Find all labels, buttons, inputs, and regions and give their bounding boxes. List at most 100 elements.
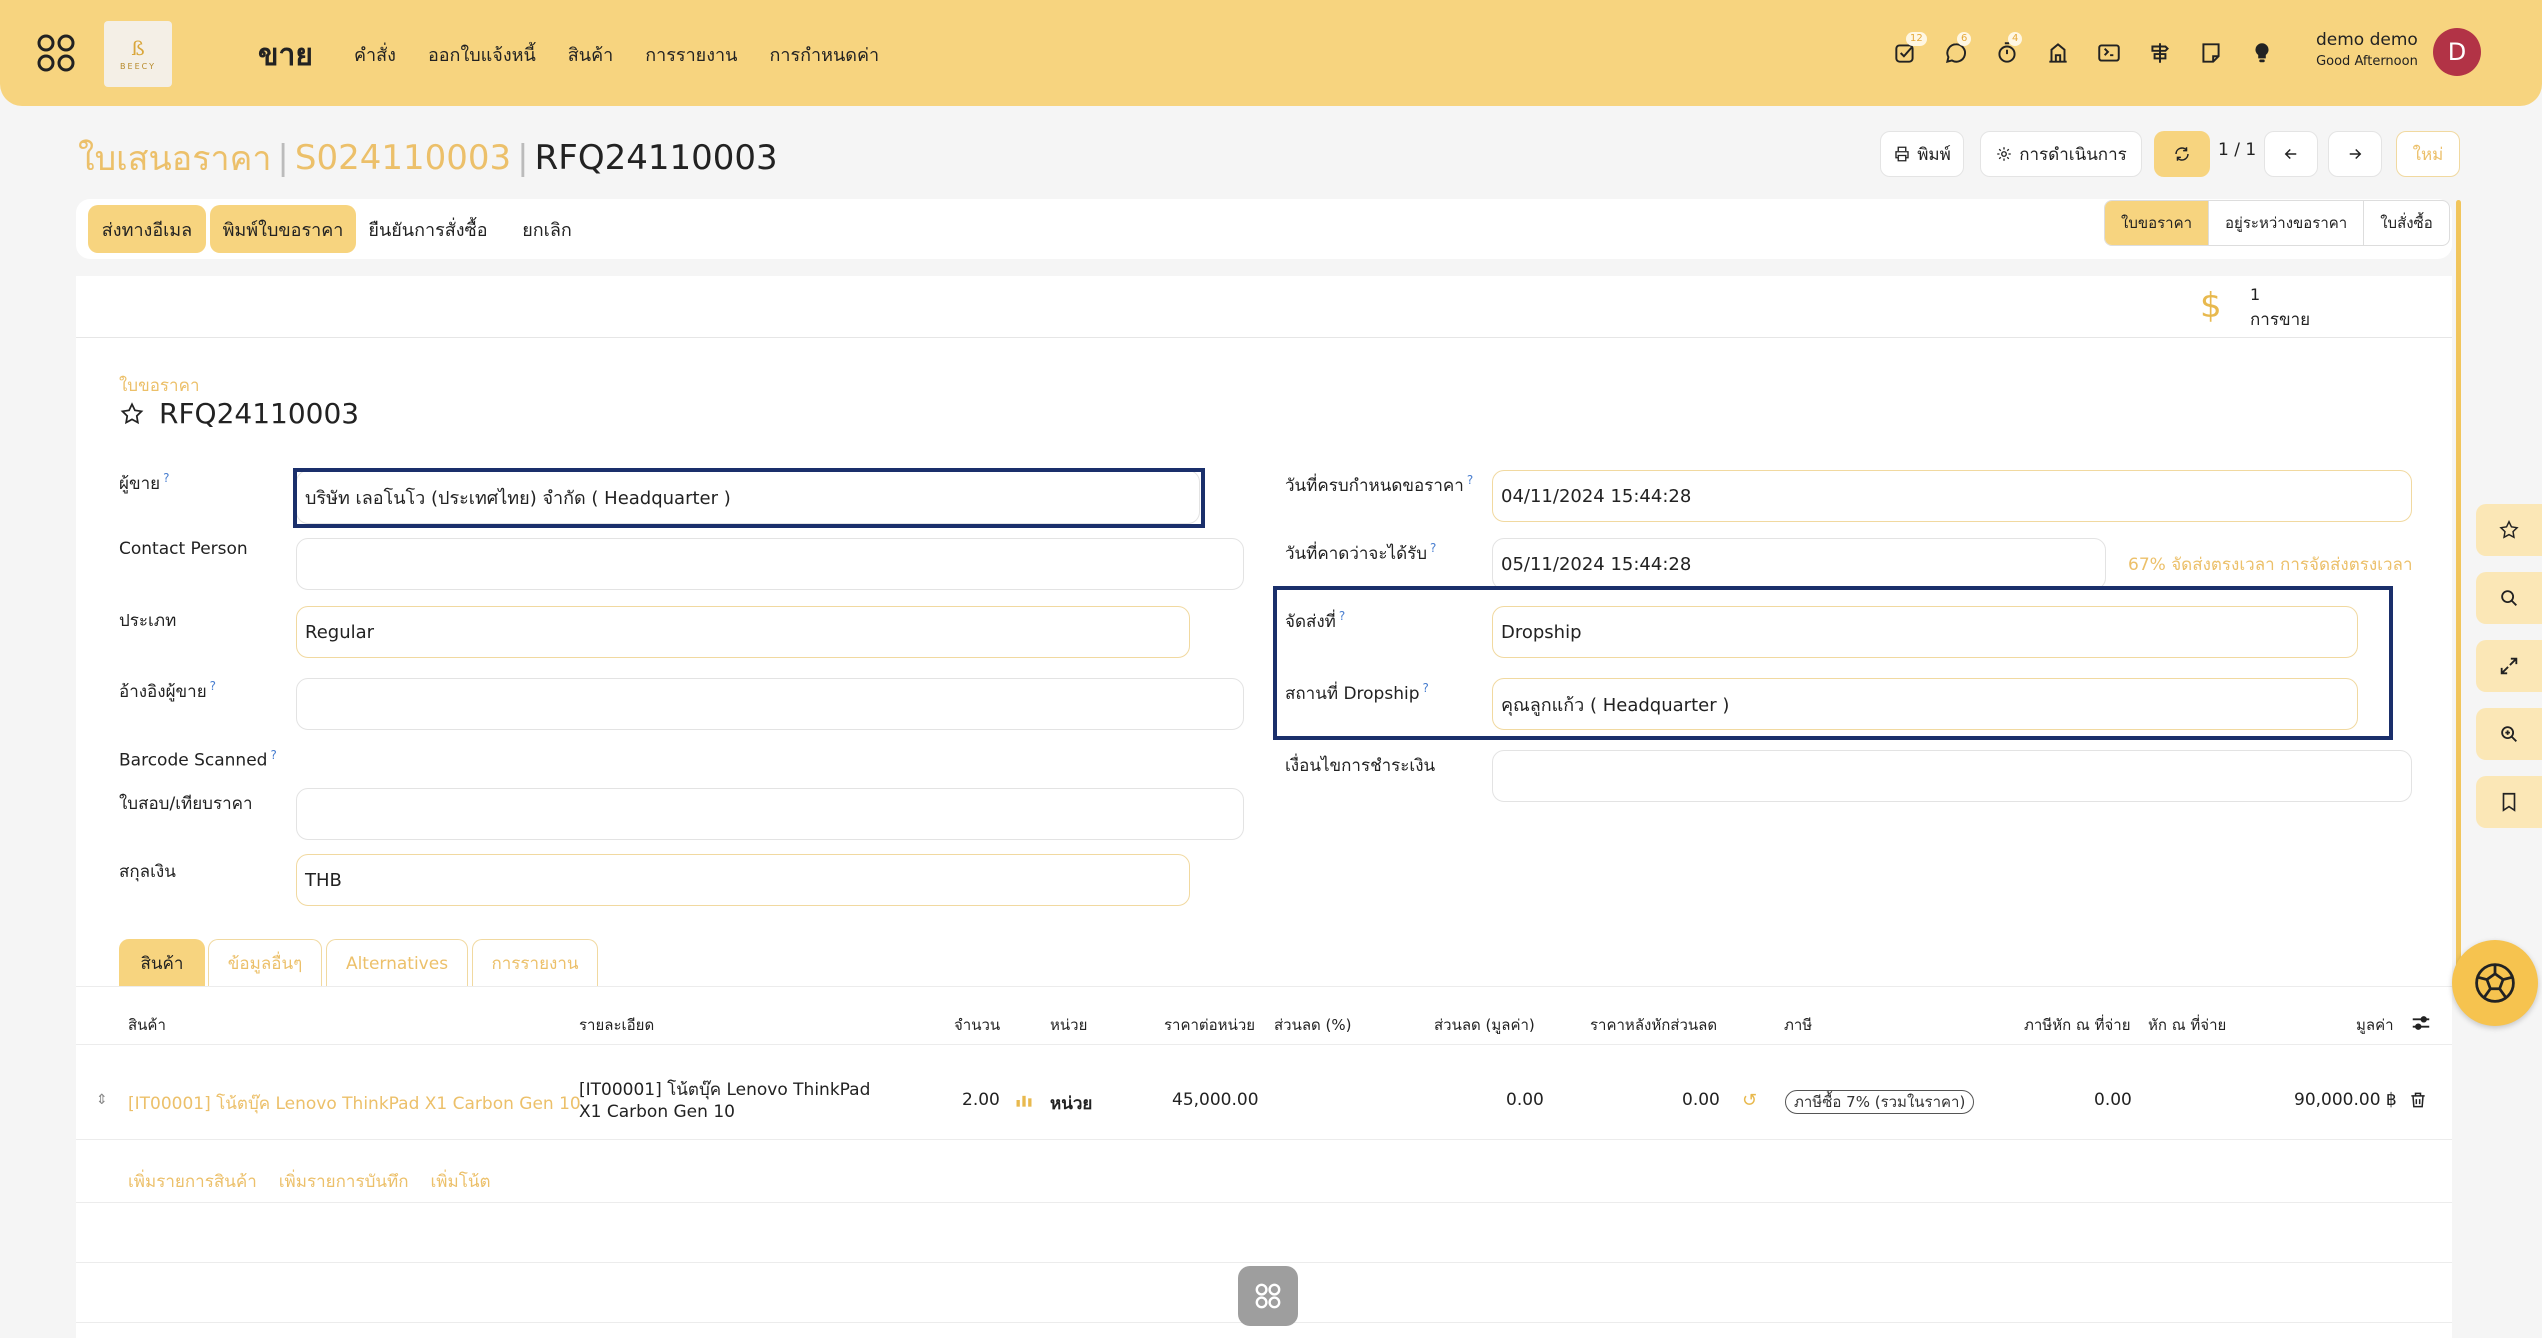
- currency-field[interactable]: THB: [296, 854, 1190, 906]
- search-icon: [2501, 590, 2517, 606]
- add-section-link[interactable]: เพิ่มรายการบันทึก: [279, 1168, 409, 1195]
- add-product-link[interactable]: เพิ่มรายการสินค้า: [128, 1168, 257, 1195]
- avatar[interactable]: D: [2433, 28, 2481, 76]
- column-header-quantity[interactable]: จำนวน: [954, 1013, 1000, 1037]
- bookmark-tool[interactable]: [2476, 776, 2542, 828]
- signpost-icon[interactable]: [2143, 34, 2177, 72]
- company-icon[interactable]: [2041, 34, 2075, 72]
- new-button[interactable]: ใหม่: [2396, 131, 2460, 177]
- add-note-link[interactable]: เพิ่มโน้ต: [431, 1168, 491, 1195]
- previous-record-button[interactable]: [2264, 131, 2318, 177]
- highlight-vendor: [293, 468, 1205, 528]
- activity-icon[interactable]: 12: [1888, 32, 1927, 72]
- status-rfq[interactable]: ใบขอราคา: [2105, 201, 2209, 245]
- refresh-button[interactable]: [2154, 131, 2210, 177]
- tab-reporting[interactable]: การรายงาน: [472, 939, 598, 987]
- action-button[interactable]: การดำเนินการ: [1980, 131, 2142, 177]
- lightbulb-icon[interactable]: [2245, 34, 2279, 72]
- row-description-line2[interactable]: X1 Carbon Gen 10: [579, 1102, 735, 1122]
- row-product[interactable]: [IT00001] โน้ตบุ๊ค Lenovo ThinkPad X1 Ca…: [128, 1090, 581, 1117]
- undo-icon[interactable]: ↺: [1742, 1090, 1757, 1111]
- record-name: RFQ24110003: [159, 397, 360, 430]
- sales-count[interactable]: 1: [2250, 285, 2260, 304]
- column-header-subtotal[interactable]: มูลค่า: [2356, 1013, 2394, 1037]
- column-header-after-discount[interactable]: ราคาหลังหักส่วนลด: [1590, 1013, 1717, 1037]
- trash-icon[interactable]: [2408, 1090, 2428, 1114]
- row-after-discount[interactable]: 0.00: [1682, 1090, 1720, 1110]
- row-discount-amount[interactable]: 0.00: [1506, 1090, 1544, 1110]
- column-header-discount-percent[interactable]: ส่วนลด (%): [1274, 1013, 1352, 1037]
- column-header-withholding[interactable]: หัก ณ ที่จ่าย: [2148, 1013, 2226, 1037]
- table-divider: [76, 1262, 2452, 1263]
- forecast-chart-icon[interactable]: [1014, 1090, 1034, 1114]
- column-header-product[interactable]: สินค้า: [128, 1013, 166, 1037]
- column-header-uom[interactable]: หน่วย: [1050, 1013, 1087, 1037]
- note-icon[interactable]: [2194, 34, 2228, 72]
- zoom-tool[interactable]: [2476, 708, 2542, 760]
- tab-alternatives[interactable]: Alternatives: [326, 939, 468, 987]
- print-button[interactable]: พิมพ์: [1880, 131, 1964, 177]
- type-label: ประเภท: [119, 611, 177, 631]
- menu-orders[interactable]: คำสั่ง: [354, 40, 396, 69]
- timer-icon[interactable]: 4: [1990, 32, 2024, 72]
- tab-products[interactable]: สินค้า: [119, 939, 205, 987]
- assistant-ball-button[interactable]: [2452, 940, 2538, 1026]
- code-icon[interactable]: [2092, 34, 2126, 72]
- drag-handle-icon[interactable]: ⇕: [96, 1092, 108, 1108]
- tab-other-info[interactable]: ข้อมูลอื่นๆ: [208, 939, 322, 987]
- menu-reporting[interactable]: การรายงาน: [645, 40, 737, 69]
- quote-compare-field[interactable]: [296, 788, 1244, 840]
- apps-floating-button[interactable]: [1238, 1266, 1298, 1326]
- scrollbar[interactable]: [2456, 200, 2461, 980]
- pager-value[interactable]: 1 / 1: [2218, 140, 2256, 160]
- print-rfq-button[interactable]: พิมพ์ใบขอราคา: [210, 205, 356, 253]
- star-icon: [2499, 520, 2519, 539]
- column-header-description[interactable]: รายละเอียด: [579, 1013, 654, 1037]
- user-menu[interactable]: demo demo Good Afternoon: [2316, 30, 2418, 69]
- breadcrumb-sale-order[interactable]: S024110003: [295, 138, 511, 178]
- row-description-line1[interactable]: [IT00001] โน้ตบุ๊ค Lenovo ThinkPad: [579, 1076, 870, 1103]
- payment-terms-label: เงื่อนไขการชำระเงิน: [1285, 756, 1436, 776]
- menu-configuration[interactable]: การกำหนดค่า: [769, 40, 879, 69]
- type-field[interactable]: Regular: [296, 606, 1190, 658]
- table-divider: [76, 1202, 2452, 1203]
- row-wht[interactable]: 0.00: [2094, 1090, 2132, 1110]
- breadcrumb-quotations[interactable]: ใบเสนอราคา: [78, 131, 271, 185]
- row-tax-tag[interactable]: ภาษีซื้อ 7% (รวมในราคา): [1785, 1090, 1975, 1114]
- star-icon[interactable]: [119, 401, 145, 427]
- column-header-taxes[interactable]: ภาษี: [1784, 1013, 1812, 1037]
- next-record-button[interactable]: [2328, 131, 2382, 177]
- search-tool[interactable]: [2476, 572, 2542, 624]
- expand-tool[interactable]: [2476, 640, 2542, 692]
- column-header-discount-amount[interactable]: ส่วนลด (มูลค่า): [1434, 1013, 1535, 1037]
- top-navbar: ß BEECY ขาย คำสั่ง ออกใบแจ้งหนี้ สินค้า …: [0, 0, 2542, 106]
- column-header-unit-price[interactable]: ราคาต่อหน่วย: [1164, 1013, 1255, 1037]
- menu-invoicing[interactable]: ออกใบแจ้งหนี้: [428, 40, 536, 69]
- row-unit-price[interactable]: 45,000.00: [1172, 1090, 1259, 1110]
- breadcrumb-separator: |: [277, 138, 289, 178]
- bookmark-icon: [2502, 792, 2516, 812]
- chat-icon[interactable]: 6: [1939, 32, 1973, 72]
- vendor-reference-field[interactable]: [296, 678, 1244, 730]
- contact-person-field[interactable]: [296, 538, 1244, 590]
- confirm-order-button[interactable]: ยืนยันการสั่งซื้อ: [364, 205, 492, 253]
- cancel-button[interactable]: ยกเลิก: [506, 205, 588, 253]
- send-email-button[interactable]: ส่งทางอีเมล: [88, 205, 206, 253]
- order-deadline-field[interactable]: 04/11/2024 15:44:28: [1492, 470, 2412, 522]
- favorite-tool[interactable]: [2476, 504, 2542, 556]
- sales-smart-button-label[interactable]: การขาย: [2250, 306, 2310, 333]
- status-rfq-sent[interactable]: อยู่ระหว่างขอราคา: [2208, 201, 2363, 245]
- header-divider: [76, 1044, 2452, 1045]
- app-brand: ขาย: [258, 38, 313, 73]
- user-name: demo demo: [2316, 30, 2418, 50]
- status-purchase-order[interactable]: ใบสั่งซื้อ: [2363, 201, 2449, 245]
- expected-arrival-field[interactable]: 05/11/2024 15:44:28: [1492, 538, 2106, 590]
- menu-products[interactable]: สินค้า: [568, 40, 613, 69]
- dollar-icon[interactable]: $: [2200, 286, 2222, 326]
- optional-columns-icon[interactable]: [2410, 1012, 2432, 1038]
- payment-terms-field[interactable]: [1492, 750, 2412, 802]
- row-quantity[interactable]: 2.00: [962, 1090, 1000, 1110]
- column-header-wht-tax[interactable]: ภาษีหัก ณ ที่จ่าย: [2024, 1013, 2131, 1037]
- apps-menu-icon[interactable]: [36, 33, 76, 73]
- row-uom[interactable]: หน่วย: [1050, 1090, 1092, 1117]
